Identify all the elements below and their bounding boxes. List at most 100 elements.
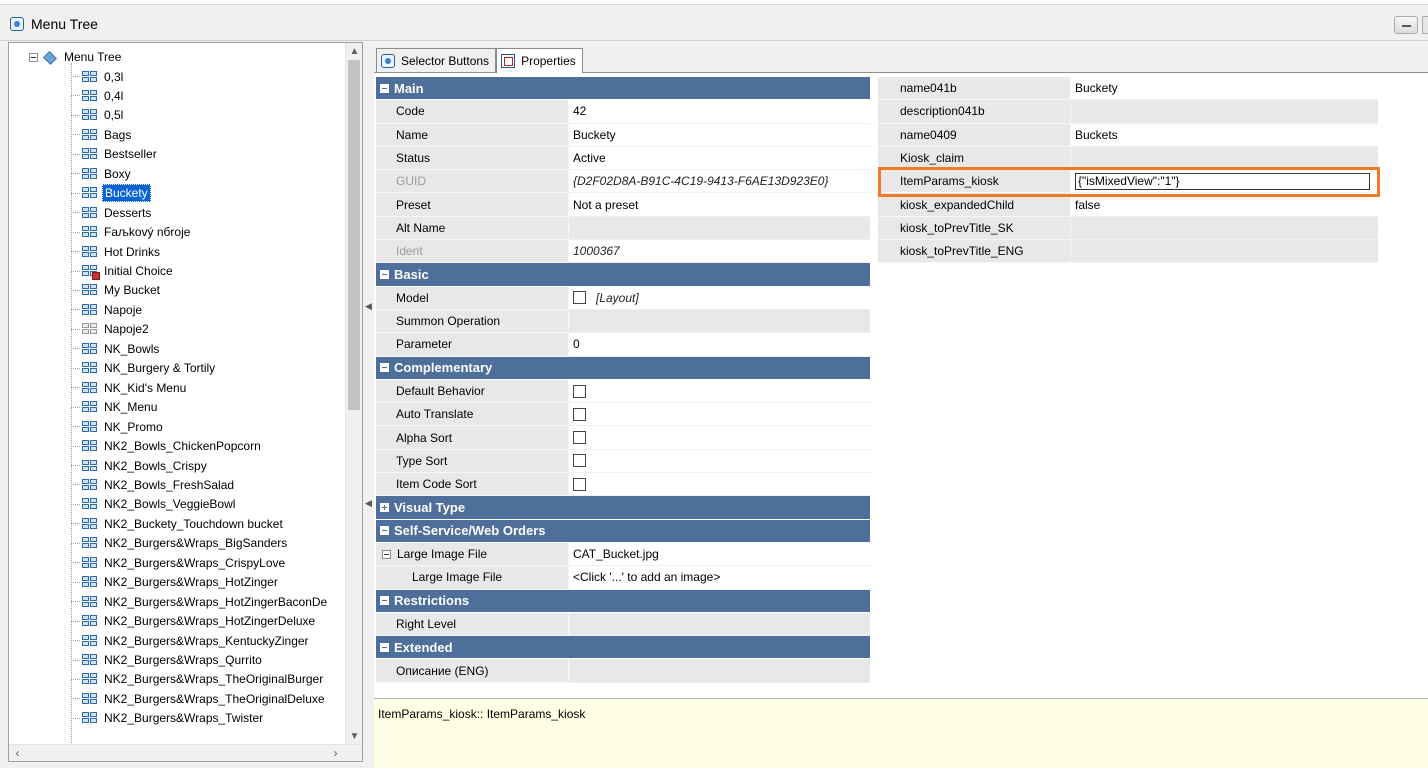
property-row[interactable]: Code 42 bbox=[376, 100, 870, 124]
extended-property-row[interactable]: kiosk_expandedChild false bbox=[878, 193, 1378, 217]
extended-property-value[interactable]: Buckety bbox=[1071, 77, 1378, 101]
window-edge-button[interactable] bbox=[1422, 16, 1428, 34]
property-value[interactable] bbox=[569, 612, 870, 637]
checkbox[interactable] bbox=[573, 291, 586, 305]
extended-property-row[interactable]: name041b Buckety bbox=[878, 77, 1378, 101]
property-row[interactable]: Right Level bbox=[376, 612, 870, 637]
checkbox[interactable] bbox=[573, 477, 586, 491]
property-row[interactable]: Large Image File <Click '...' to add an i… bbox=[376, 566, 870, 590]
property-row[interactable]: Preset Not a preset bbox=[376, 193, 870, 217]
property-grid[interactable]: Main Code 42 Name Buckety Status Active GUID {D2… bbox=[376, 77, 870, 683]
property-value[interactable]: 42 bbox=[569, 100, 870, 124]
tree-item[interactable]: 0,3l bbox=[71, 67, 125, 86]
category-header[interactable]: Visual Type bbox=[376, 496, 870, 520]
tree-root[interactable]: Menu Tree bbox=[29, 48, 123, 66]
property-value[interactable]: Not a preset bbox=[569, 193, 870, 217]
tree-item[interactable]: 0,4l bbox=[71, 86, 125, 105]
collapse-icon[interactable] bbox=[380, 83, 389, 93]
property-row[interactable]: Status Active bbox=[376, 146, 870, 171]
collapse-icon[interactable] bbox=[382, 549, 391, 559]
tree-item[interactable]: Bestseller bbox=[71, 145, 159, 164]
property-value[interactable] bbox=[569, 309, 870, 334]
tree-item[interactable]: NK2_Burgers&Wraps_HotZingerBaconDe bbox=[71, 592, 329, 611]
tree-item[interactable]: Napoje bbox=[71, 300, 144, 319]
checkbox[interactable] bbox=[573, 407, 586, 421]
tree-item[interactable]: NK2_Burgers&Wraps_HotZinger bbox=[71, 573, 280, 592]
tree-view[interactable]: Menu Tree 0,3l 0,4l 0,5l Bags Bestseller Boxy… bbox=[9, 43, 347, 745]
tab-properties[interactable]: Properties bbox=[496, 48, 583, 73]
tree-item[interactable]: NK2_Burgers&Wraps_TheOriginalDeluxe bbox=[71, 689, 327, 708]
property-row[interactable]: Type Sort bbox=[376, 449, 870, 474]
checkbox[interactable] bbox=[573, 384, 586, 398]
collapse-icon[interactable] bbox=[380, 270, 389, 280]
tree-item[interactable]: NK2_Burgers&Wraps_KentuckyZinger bbox=[71, 631, 311, 650]
collapse-icon[interactable] bbox=[29, 52, 38, 62]
tree-item[interactable]: NK_Burgery & Tortily bbox=[71, 359, 217, 378]
property-value[interactable] bbox=[569, 659, 870, 683]
extended-property-value[interactable]: {"isMixedView":"1"} bbox=[1071, 170, 1378, 194]
property-row[interactable]: GUID {D2F02D8A-B91C-4C19-9413-F6AE13D923E… bbox=[376, 170, 870, 194]
value-edit-field[interactable]: {"isMixedView":"1"} bbox=[1075, 172, 1370, 190]
tree-item[interactable]: Initial Choice bbox=[71, 262, 175, 281]
property-row[interactable]: Item Code Sort bbox=[376, 473, 870, 497]
tree-item[interactable]: NK2_Burgers&Wraps_BigSanders bbox=[71, 534, 289, 553]
property-value[interactable]: Active bbox=[569, 146, 870, 171]
tree-item[interactable]: My Bucket bbox=[71, 281, 162, 300]
property-row[interactable]: Name Buckety bbox=[376, 123, 870, 147]
scroll-right-icon[interactable]: › bbox=[327, 745, 344, 761]
property-value[interactable]: Buckety bbox=[569, 123, 870, 147]
scroll-down-icon[interactable]: ▼ bbox=[346, 728, 362, 745]
tree-item[interactable]: NK2_Bowls_Crispy bbox=[71, 456, 209, 475]
property-row[interactable]: Model [Layout] bbox=[376, 286, 870, 310]
collapse-icon[interactable] bbox=[380, 526, 389, 536]
tree-item[interactable]: NK2_Bowls_FreshSalad bbox=[71, 475, 236, 494]
extended-property-row[interactable]: description041b bbox=[878, 100, 1378, 124]
property-value[interactable]: 1000367 bbox=[569, 240, 870, 264]
tree-item[interactable]: NK2_Burgers&Wraps_CrispyLove bbox=[71, 553, 287, 572]
tree-item[interactable]: NK_Kid's Menu bbox=[71, 378, 188, 397]
property-row[interactable]: Large Image File CAT_Bucket.jpg bbox=[376, 542, 870, 567]
scroll-thumb[interactable] bbox=[348, 60, 360, 410]
extended-property-value[interactable] bbox=[1071, 100, 1378, 124]
tree-item[interactable]: 0,5l bbox=[71, 106, 125, 125]
property-value[interactable]: [Layout] bbox=[569, 286, 870, 310]
tree-item[interactable]: NK2_Burgers&Wraps_TheOriginalBurger bbox=[71, 670, 325, 689]
scroll-left-icon[interactable]: ‹ bbox=[9, 745, 26, 761]
extended-property-row[interactable]: ItemParams_kiosk {"isMixedView":"1"} bbox=[878, 170, 1378, 194]
tree-item[interactable]: NK2_Burgers&Wraps_HotZingerDeluxe bbox=[71, 612, 317, 631]
property-value[interactable] bbox=[569, 379, 870, 404]
extended-property-row[interactable]: kiosk_toPrevTitle_ENG bbox=[878, 240, 1378, 264]
expand-icon[interactable] bbox=[380, 502, 389, 512]
tree-item[interactable]: NK_Promo bbox=[71, 417, 165, 436]
tree-item[interactable]: Boxy bbox=[71, 164, 133, 183]
menu-tree-panel[interactable]: Menu Tree 0,3l 0,4l 0,5l Bags Bestseller Boxy… bbox=[8, 42, 363, 762]
category-header[interactable]: Main bbox=[376, 77, 870, 101]
category-header[interactable]: Self-Service/Web Orders bbox=[376, 519, 870, 543]
collapse-icon[interactable] bbox=[380, 596, 389, 606]
checkbox[interactable] bbox=[573, 454, 586, 468]
category-header[interactable]: Extended bbox=[376, 636, 870, 660]
property-value[interactable]: CAT_Bucket.jpg bbox=[569, 542, 870, 567]
tree-item[interactable]: NK2_Bowls_ChickenPopcorn bbox=[71, 437, 263, 456]
extended-property-row[interactable]: name0409 Buckets bbox=[878, 123, 1378, 147]
tree-item[interactable]: Hot Drinks bbox=[71, 242, 162, 261]
extended-property-value[interactable] bbox=[1071, 216, 1378, 241]
property-value[interactable] bbox=[569, 216, 870, 241]
category-header[interactable]: Restrictions bbox=[376, 589, 870, 613]
extended-property-value[interactable]: Buckets bbox=[1071, 123, 1378, 147]
property-row[interactable]: Ident 1000367 bbox=[376, 240, 870, 264]
property-row[interactable]: Alt Name bbox=[376, 216, 870, 241]
property-row[interactable]: Alpha Sort bbox=[376, 426, 870, 450]
extended-property-row[interactable]: kiosk_toPrevTitle_SK bbox=[878, 216, 1378, 241]
tree-item[interactable]: Napoje2 bbox=[71, 320, 151, 339]
tree-item[interactable]: NK_Menu bbox=[71, 398, 159, 417]
property-row[interactable]: Parameter 0 bbox=[376, 333, 870, 357]
tree-item[interactable]: NK2_Buckety_Touchdown bucket bbox=[71, 514, 285, 533]
tree-horizontal-scrollbar[interactable]: ‹ › bbox=[9, 744, 362, 761]
property-row[interactable]: Auto Translate bbox=[376, 403, 870, 427]
collapse-icon[interactable] bbox=[380, 363, 389, 373]
property-row[interactable]: Описание (ENG) bbox=[376, 659, 870, 683]
property-row[interactable]: Default Behavior bbox=[376, 379, 870, 404]
property-value[interactable]: {D2F02D8A-B91C-4C19-9413-F6AE13D923E0} bbox=[569, 170, 870, 194]
extended-property-value[interactable]: false bbox=[1071, 193, 1378, 217]
